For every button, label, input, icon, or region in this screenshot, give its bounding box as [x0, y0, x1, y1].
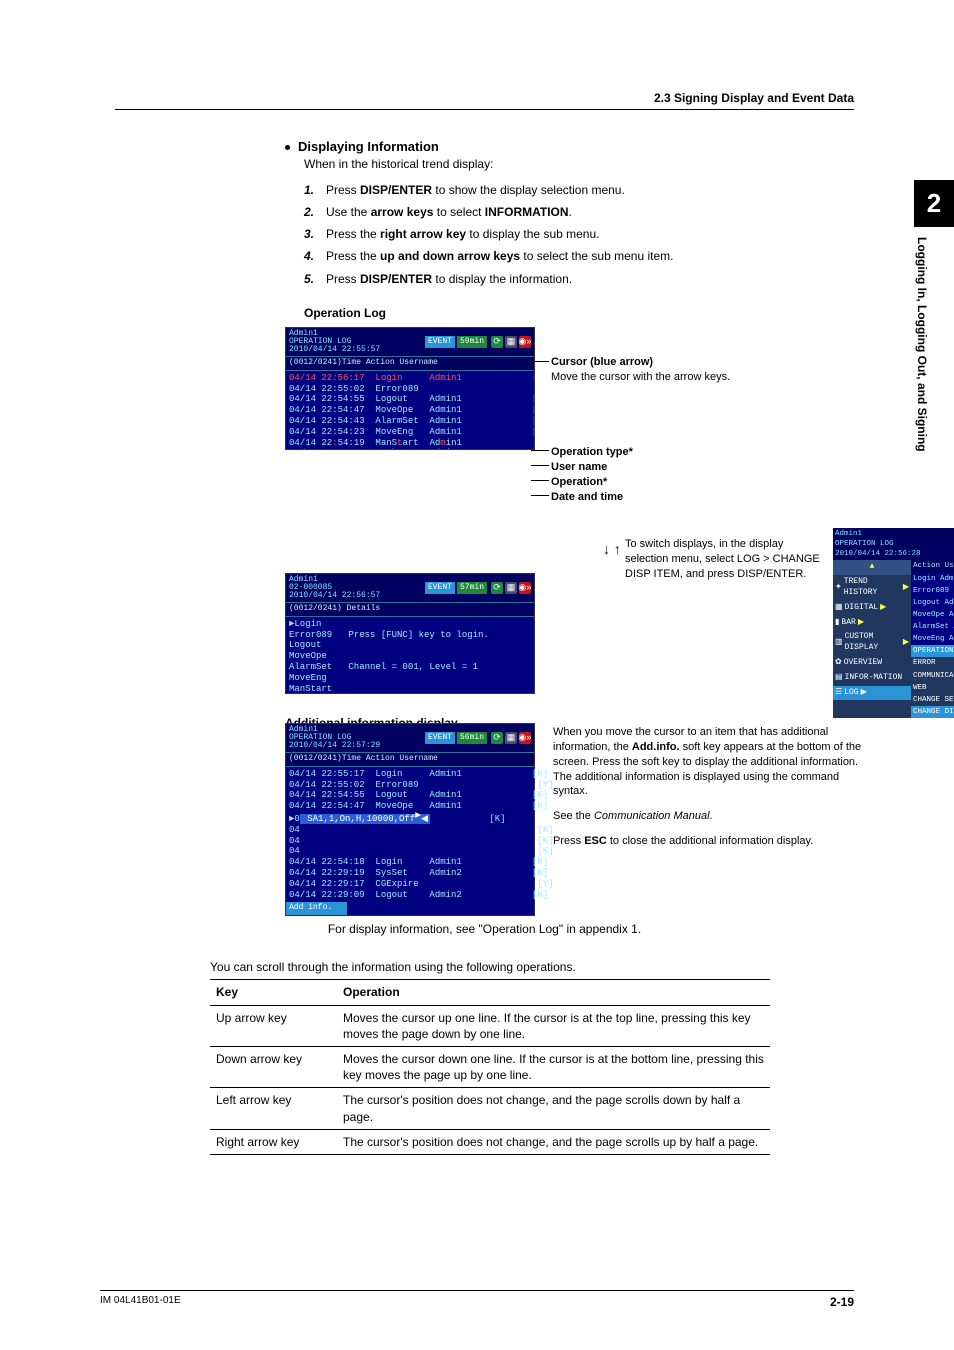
- table-intro: You can scroll through the information u…: [210, 959, 854, 975]
- event-badge: EVENT: [425, 336, 455, 349]
- step: 5. Press DISP/ENTER to display the infor…: [304, 271, 854, 287]
- grid-icon: ▦: [505, 336, 517, 348]
- step-text: Use the arrow keys to select INFORMATION…: [326, 204, 854, 220]
- sound-icon: ◉»: [519, 336, 531, 348]
- column-header: (0012/0241) Details: [286, 602, 534, 617]
- event-badge: EVENT: [425, 582, 455, 595]
- refresh-icon: ⟳: [491, 582, 503, 594]
- cell-op: Moves the cursor down one line. If the c…: [337, 1046, 770, 1087]
- step-text: Press the right arrow key to display the…: [326, 226, 854, 242]
- column-header: (0012/0241)Time Action Username: [286, 752, 534, 767]
- scroll-operations-table: Key Operation Up arrow key Moves the cur…: [210, 979, 770, 1155]
- cell-key: Left arrow key: [210, 1088, 337, 1129]
- table-row: Down arrow key Moves the cursor down one…: [210, 1046, 770, 1087]
- step-num: 2.: [304, 204, 326, 220]
- step: 2. Use the arrow keys to select INFORMAT…: [304, 204, 854, 220]
- th-key: Key: [210, 980, 337, 1005]
- step: 1. Press DISP/ENTER to show the display …: [304, 182, 854, 198]
- steps-list: 1. Press DISP/ENTER to show the display …: [304, 182, 854, 287]
- callout-user: User name: [551, 460, 607, 475]
- step: 4. Press the up and down arrow keys to s…: [304, 248, 854, 264]
- step-num: 5.: [304, 271, 326, 287]
- cell-key: Right arrow key: [210, 1129, 337, 1154]
- screen-titlebar: Admin1OPERATION LOG2010/04/14 22:55:57 E…: [286, 328, 534, 356]
- step-text: Press DISP/ENTER to show the display sel…: [326, 182, 854, 198]
- callout-operation: Operation*: [551, 475, 607, 490]
- chapter-tab: 2 Logging In, Logging Out, and Signing: [914, 180, 954, 537]
- bubble-text: SA1,1,On,H,10000,Off▶◀: [300, 814, 430, 824]
- cell-op: The cursor's position does not change, a…: [337, 1088, 770, 1129]
- operation-log-screen: Admin1OPERATION LOG2010/04/14 22:55:57 E…: [285, 327, 535, 450]
- time-badge: 56min: [457, 732, 487, 745]
- callout-op-type: Operation type*: [551, 445, 633, 460]
- add-info-softkey[interactable]: Add info.: [286, 902, 347, 915]
- step-num: 4.: [304, 248, 326, 264]
- step-text: Press the up and down arrow keys to sele…: [326, 248, 854, 264]
- time-badge: 59min: [457, 336, 487, 349]
- table-row: Right arrow key The cursor's position do…: [210, 1129, 770, 1154]
- figure-area: Admin1OPERATION LOG2010/04/14 22:55:57 E…: [285, 327, 854, 907]
- log-rows: 04/14 22:56:17 Login Admin1 [K] 04/14 22…: [286, 371, 534, 449]
- callout-cursor-title: Cursor (blue arrow): [551, 356, 653, 368]
- appendix-note: For display information, see "Operation …: [115, 921, 854, 937]
- step-num: 1.: [304, 182, 326, 198]
- refresh-icon: ⟳: [491, 336, 503, 348]
- th-operation: Operation: [337, 980, 770, 1005]
- menu-popup-screen: Admin1OPERATION LOG2010/04/14 22:56:28 E…: [833, 528, 954, 718]
- footer-page: 2-19: [830, 1294, 854, 1310]
- step-text: Press DISP/ENTER to display the informat…: [326, 271, 854, 287]
- switch-display-note: To switch displays, in the display selec…: [625, 537, 825, 582]
- bullet-dot-icon: [285, 145, 290, 150]
- cell-op: The cursor's position does not change, a…: [337, 1129, 770, 1154]
- grid-icon: ▦: [505, 732, 517, 744]
- footer: IM 04L41B01-01E 2-19: [100, 1290, 854, 1310]
- bullet-title: Displaying Information: [285, 138, 854, 156]
- cell-key: Down arrow key: [210, 1046, 337, 1087]
- time-badge: 57min: [457, 582, 487, 595]
- callout-datetime: Date and time: [551, 490, 623, 505]
- grid-icon: ▦: [505, 582, 517, 594]
- operation-log-title: Operation Log: [304, 305, 854, 321]
- event-badge: EVENT: [425, 732, 455, 745]
- column-header: (0012/0241)Time Action Username: [286, 356, 534, 371]
- step-num: 3.: [304, 226, 326, 242]
- chapter-number: 2: [914, 180, 954, 227]
- refresh-icon: ⟳: [491, 732, 503, 744]
- additional-info-note: When you move the cursor to an item that…: [553, 725, 863, 859]
- screen-titlebar: Admin102-0000852010/04/14 22:56:57 EVENT…: [286, 574, 534, 602]
- section-header: 2.3 Signing Display and Event Data: [115, 90, 854, 110]
- screen-titlebar: Admin1OPERATION LOG2010/04/14 22:57:29 E…: [286, 724, 534, 752]
- table-row: Left arrow key The cursor's position doe…: [210, 1088, 770, 1129]
- table-row: Up arrow key Moves the cursor up one lin…: [210, 1005, 770, 1046]
- sound-icon: ◉»: [519, 732, 531, 744]
- intro-line: When in the historical trend display:: [304, 156, 854, 172]
- callout-cursor-desc: Move the cursor with the arrow keys.: [551, 371, 730, 383]
- detailed-display-screen: Admin102-0000852010/04/14 22:56:57 EVENT…: [285, 573, 535, 694]
- footer-code: IM 04L41B01-01E: [100, 1294, 181, 1310]
- chapter-label: Logging In, Logging Out, and Signing: [914, 227, 940, 537]
- step: 3. Press the right arrow key to display …: [304, 226, 854, 242]
- additional-info-screen: Admin1OPERATION LOG2010/04/14 22:57:29 E…: [285, 723, 535, 916]
- cell-op: Moves the cursor up one line. If the cur…: [337, 1005, 770, 1046]
- detail-rows: ►Login Error089 Press [FUNC] key to logi…: [286, 617, 534, 693]
- bullet-title-text: Displaying Information: [298, 139, 439, 154]
- vertical-arrows-icon: ↓ ↑: [603, 540, 621, 559]
- sound-icon: ◉»: [519, 582, 531, 594]
- addl-rows: 04/14 22:55:17 Login Admin1 [K] 04/14 22…: [286, 767, 534, 903]
- cell-key: Up arrow key: [210, 1005, 337, 1046]
